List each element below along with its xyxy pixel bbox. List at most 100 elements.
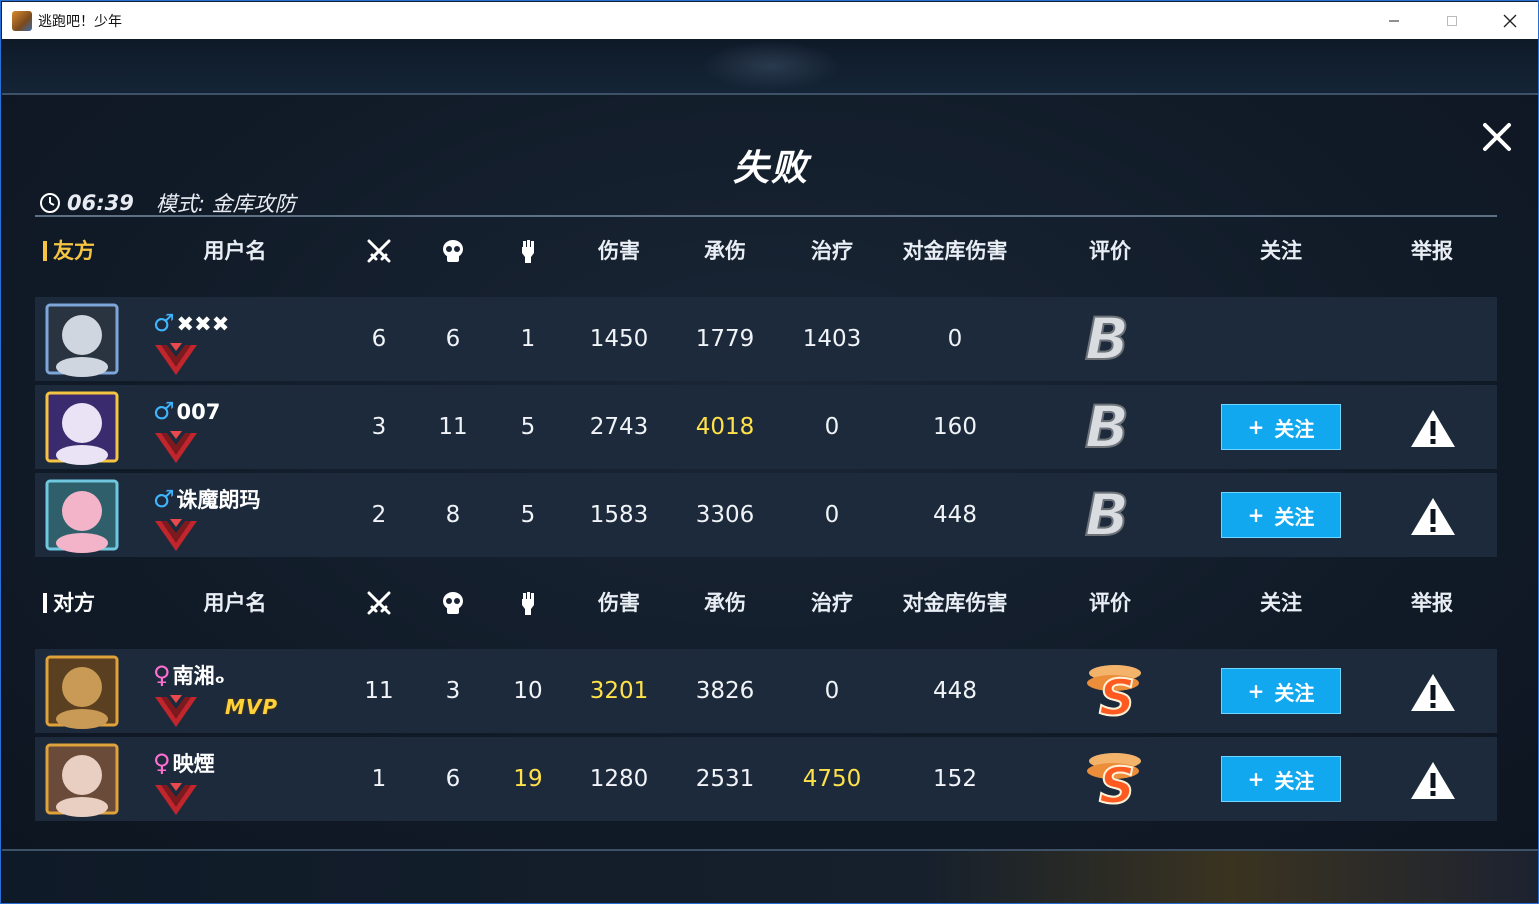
bottom-band <box>2 849 1538 903</box>
svg-text:B: B <box>1085 395 1129 459</box>
svg-text:B: B <box>1085 483 1129 547</box>
plus-icon: + <box>1247 679 1265 703</box>
stat-damage: 1450 <box>589 326 649 352</box>
player-name-text: 南湘ₒ <box>172 664 225 688</box>
match-duration: 06:39 <box>67 191 134 215</box>
player-row: ♂✖✖✖ 6 6 1 1450 1779 1403 0 B <box>35 297 1497 381</box>
stat-damage: 1280 <box>589 766 649 792</box>
col-report: 举报 <box>1411 591 1453 615</box>
player-avatar <box>43 301 123 381</box>
col-report: 举报 <box>1411 239 1453 263</box>
fist-icon <box>514 237 542 269</box>
stat-vault: 160 <box>933 414 977 440</box>
player-row: ♀映煙 1 6 19 1280 2531 4750 152 S + 关注 <box>35 737 1497 821</box>
player-avatar <box>43 653 123 733</box>
player-name-text: 诛魔朗玛 <box>176 488 261 512</box>
player-row: ♂诛魔朗玛 2 8 5 1583 3306 0 448 B + 关注 <box>35 473 1497 557</box>
col-grade: 评价 <box>1089 591 1131 615</box>
game-window: 逃跑吧！少年 失败 06:39 模式: 金库攻防 友方 用户名 伤害 承伤治疗 … <box>0 0 1539 904</box>
follow-button[interactable]: + 关注 <box>1221 756 1341 802</box>
rank-badge-icon <box>153 429 199 469</box>
stat-damage: 3201 <box>589 678 649 704</box>
svg-text:S: S <box>1099 757 1135 811</box>
col-vault-damage: 对金库伤害 <box>902 591 1008 615</box>
table-header-enemy: 对方 用户名 伤害 承伤 治疗 对金库伤害 评价 关注 举报 <box>35 581 1497 625</box>
title-bar: 逃跑吧！少年 <box>2 2 1538 39</box>
top-glow <box>701 41 841 91</box>
player-name: ♂诛魔朗玛 <box>153 483 261 515</box>
col-follow: 关注 <box>1260 239 1302 263</box>
rank-badge-icon <box>153 781 199 821</box>
skull-icon <box>439 589 467 621</box>
stat-taken: 3826 <box>695 678 755 704</box>
side-label-bar <box>43 593 47 613</box>
follow-label: 关注 <box>1274 416 1315 441</box>
window-controls <box>1365 2 1538 39</box>
warning-icon[interactable] <box>1409 671 1457 717</box>
col-follow: 关注 <box>1260 591 1302 615</box>
stat-heal: 4750 <box>802 766 862 792</box>
follow-label: 关注 <box>1274 768 1315 793</box>
plus-icon: + <box>1247 415 1265 439</box>
mvp-badge: MVP <box>225 695 279 719</box>
stat-vault: 448 <box>933 502 977 528</box>
stat-heal: 0 <box>824 678 840 704</box>
male-icon: ♂ <box>153 397 175 425</box>
player-avatar <box>43 741 123 821</box>
player-name-text: ✖✖✖ <box>176 312 230 336</box>
stat-taken: 3306 <box>695 502 755 528</box>
plus-icon: + <box>1247 767 1265 791</box>
col-vault-damage: 对金库伤害 <box>902 239 1008 263</box>
plus-icon: + <box>1247 503 1265 527</box>
stat-taken: 4018 <box>695 414 755 440</box>
stat-vault: 448 <box>933 678 977 704</box>
divider <box>35 215 1497 217</box>
follow-label: 关注 <box>1274 680 1315 705</box>
male-icon: ♂ <box>153 485 175 513</box>
col-username: 用户名 <box>203 239 267 263</box>
player-row: ♂007 3 11 5 2743 4018 0 160 B + 关注 <box>35 385 1497 469</box>
player-name: ♀南湘ₒ <box>153 659 225 691</box>
grade-b-icon: B <box>1075 480 1139 551</box>
side-label-ally: 友方 <box>43 229 95 273</box>
player-name-text: 映煙 <box>172 752 215 776</box>
stat-damage: 2743 <box>589 414 649 440</box>
player-name: ♂✖✖✖ <box>153 307 229 339</box>
close-window-icon[interactable] <box>1481 2 1538 39</box>
minimize-icon[interactable] <box>1365 2 1423 39</box>
svg-text:S: S <box>1099 669 1135 723</box>
warning-icon[interactable] <box>1409 495 1457 541</box>
maximize-icon[interactable] <box>1423 2 1481 39</box>
player-row: ♀南湘ₒ MVP 11 3 10 3201 3826 0 448 S + 关注 <box>35 649 1497 733</box>
col-grade: 评价 <box>1089 239 1131 263</box>
match-mode: 模式: 金库攻防 <box>155 192 296 216</box>
rank-badge-icon <box>153 517 199 557</box>
stat-vault: 0 <box>947 326 963 352</box>
stat-taken: 1779 <box>695 326 755 352</box>
rank-badge-icon <box>153 693 199 733</box>
close-icon[interactable] <box>1479 119 1515 155</box>
stat-heal: 0 <box>824 502 840 528</box>
player-avatar <box>43 389 123 469</box>
female-icon: ♀ <box>153 749 171 777</box>
follow-button[interactable]: + 关注 <box>1221 668 1341 714</box>
svg-text:B: B <box>1085 307 1129 371</box>
male-icon: ♂ <box>153 309 175 337</box>
side-label-text: 友方 <box>53 239 95 263</box>
clock-icon <box>40 193 60 213</box>
grade-s-icon: S <box>1079 747 1151 816</box>
stat-damage: 1583 <box>589 502 649 528</box>
player-name-text: 007 <box>176 400 221 424</box>
side-label-enemy: 对方 <box>43 581 95 625</box>
warning-icon[interactable] <box>1409 407 1457 453</box>
player-name: ♂007 <box>153 395 220 427</box>
rank-badge-icon <box>153 341 199 381</box>
grade-s-icon: S <box>1079 659 1151 728</box>
window-title: 逃跑吧！少年 <box>38 13 122 30</box>
grade-b-icon: B <box>1075 392 1139 463</box>
stat-heal: 0 <box>824 414 840 440</box>
follow-button[interactable]: + 关注 <box>1221 492 1341 538</box>
follow-label: 关注 <box>1274 504 1315 529</box>
follow-button[interactable]: + 关注 <box>1221 404 1341 450</box>
warning-icon[interactable] <box>1409 759 1457 805</box>
